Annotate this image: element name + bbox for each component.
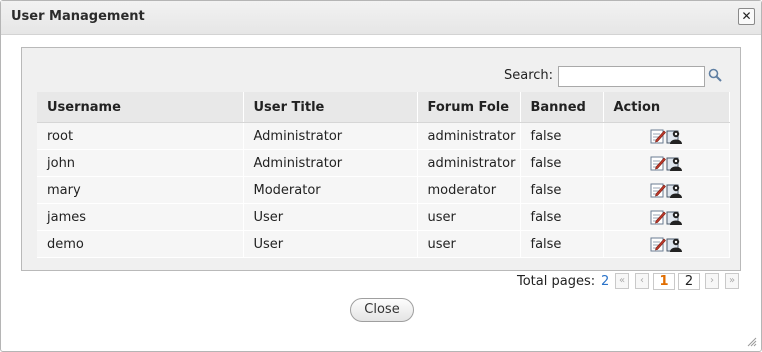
cell-banned: false	[520, 149, 604, 177]
cell-username: root	[37, 122, 244, 150]
column-header-username[interactable]: Username	[37, 92, 244, 123]
close-icon[interactable]: ✕	[738, 8, 755, 25]
first-page-button[interactable]: «	[615, 273, 629, 289]
cell-user-title: Administrator	[243, 149, 418, 177]
users-table: Username User Title Forum Fole Banned Ac…	[37, 92, 730, 258]
permissions-icon[interactable]	[666, 155, 682, 171]
cell-username: demo	[37, 230, 244, 258]
column-header-user-title[interactable]: User Title	[243, 92, 418, 123]
cell-user-title: User	[243, 230, 418, 258]
user-list-panel: Search: Username User Title Forum Fole B…	[21, 47, 741, 271]
close-button[interactable]: Close	[350, 298, 414, 322]
cell-user-title: Administrator	[243, 122, 418, 150]
permissions-icon[interactable]	[666, 209, 682, 225]
cell-banned: false	[520, 122, 604, 150]
column-header-banned[interactable]: Banned	[520, 92, 604, 123]
table-row[interactable]: demo User user false	[37, 230, 730, 258]
cell-banned: false	[520, 230, 604, 258]
table-row[interactable]: root Administrator administrator false	[37, 122, 730, 150]
total-pages-label: Total pages:	[517, 274, 596, 289]
cell-forum-role: user	[417, 203, 521, 231]
next-page-button[interactable]: ›	[705, 273, 719, 289]
permissions-icon[interactable]	[666, 128, 682, 144]
last-page-button[interactable]: »	[725, 273, 739, 289]
cell-actions	[603, 176, 730, 204]
cell-user-title: Moderator	[243, 176, 418, 204]
cell-user-title: User	[243, 203, 418, 231]
table-row[interactable]: james User user false	[37, 203, 730, 231]
cell-forum-role: moderator	[417, 176, 521, 204]
column-header-forum-role[interactable]: Forum Fole	[417, 92, 521, 123]
edit-icon[interactable]	[650, 128, 666, 144]
table-row[interactable]: john Administrator administrator false	[37, 149, 730, 177]
edit-icon[interactable]	[650, 155, 666, 171]
cell-actions	[603, 149, 730, 177]
edit-icon[interactable]	[650, 236, 666, 252]
cell-username: mary	[37, 176, 244, 204]
cell-username: john	[37, 149, 244, 177]
edit-icon[interactable]	[650, 209, 666, 225]
cell-forum-role: administrator	[417, 122, 521, 150]
dialog-title: User Management	[11, 9, 145, 24]
resize-grip-icon[interactable]	[745, 335, 757, 347]
cell-actions	[603, 230, 730, 258]
total-pages-count: 2	[601, 274, 610, 289]
search-label: Search:	[504, 68, 554, 83]
search-input[interactable]	[558, 66, 705, 87]
cell-forum-role: administrator	[417, 149, 521, 177]
cell-actions	[603, 203, 730, 231]
edit-icon[interactable]	[650, 182, 666, 198]
table-header-row: Username User Title Forum Fole Banned Ac…	[37, 92, 730, 123]
cell-banned: false	[520, 176, 604, 204]
permissions-icon[interactable]	[666, 236, 682, 252]
table-row[interactable]: mary Moderator moderator false	[37, 176, 730, 204]
cell-actions	[603, 122, 730, 150]
search-icon[interactable]	[708, 68, 722, 82]
column-header-action: Action	[603, 92, 730, 123]
page-button-2[interactable]: 2	[678, 273, 700, 290]
dialog-titlebar[interactable]: User Management ✕	[1, 1, 761, 35]
permissions-icon[interactable]	[666, 182, 682, 198]
cell-forum-role: user	[417, 230, 521, 258]
page-button-1[interactable]: 1	[653, 273, 675, 290]
cell-username: james	[37, 203, 244, 231]
cell-banned: false	[520, 203, 604, 231]
user-management-dialog: User Management ✕ Search: Username User …	[0, 0, 762, 352]
previous-page-button[interactable]: ‹	[635, 273, 649, 289]
